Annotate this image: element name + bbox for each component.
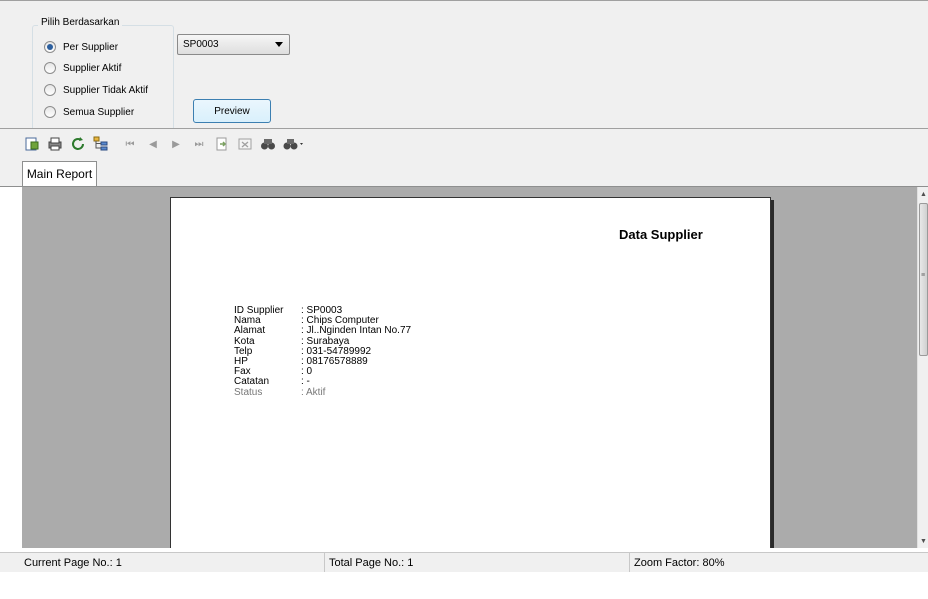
radio-supplier-aktif[interactable]: Supplier Aktif [44, 60, 121, 76]
radio-label: Supplier Aktif [63, 62, 122, 74]
filter-panel: Pilih Berdasarkan Per Supplier Supplier … [0, 0, 928, 129]
radio-button-icon[interactable] [44, 41, 56, 53]
supplier-select-value: SP0003 [183, 39, 219, 50]
report-toolbar: ⏮ ◀ ▶ ⏭ [0, 129, 928, 159]
tab-strip: Main Report [0, 159, 928, 186]
report-fields: ID Supplier : SP0003 Nama : Chips Comput… [234, 305, 411, 398]
print-icon[interactable] [45, 134, 65, 154]
field-label: Status [234, 386, 263, 398]
filter-group-title: Pilih Berdasarkan [38, 17, 123, 28]
scroll-down-icon[interactable]: ▼ [918, 534, 928, 548]
supplier-select[interactable]: SP0003 [177, 34, 290, 55]
scrollbar-thumb[interactable]: ≡ [919, 203, 928, 356]
report-title: Data Supplier [619, 227, 703, 242]
radio-semua-supplier[interactable]: Semua Supplier [44, 104, 134, 120]
preview-button[interactable]: Preview [193, 99, 271, 123]
field-row: HP : 08176578889 [234, 356, 411, 367]
status-total-page: Total Page No.: 1 [325, 553, 630, 572]
report-viewport[interactable]: Data Supplier ID Supplier : SP0003 Nama … [22, 187, 917, 548]
radio-per-supplier[interactable]: Per Supplier [44, 39, 118, 55]
last-page-icon[interactable]: ⏭ [189, 134, 209, 154]
first-page-icon[interactable]: ⏮ [120, 134, 140, 154]
goto-page-icon[interactable] [212, 134, 232, 154]
radio-button-icon[interactable] [44, 106, 56, 118]
status-current-page: Current Page No.: 1 [20, 553, 325, 572]
chevron-down-icon[interactable] [275, 42, 283, 47]
tab-main-report[interactable]: Main Report [22, 161, 97, 186]
close-view-icon[interactable] [235, 134, 255, 154]
radio-label: Supplier Tidak Aktif [63, 84, 149, 96]
radio-button-icon[interactable] [44, 62, 56, 74]
zoom-icon[interactable] [281, 134, 307, 154]
radio-label: Per Supplier [63, 41, 119, 53]
vertical-scrollbar[interactable]: ▲ ≡ ▼ [917, 187, 928, 548]
radio-supplier-tidak-aktif[interactable]: Supplier Tidak Aktif [44, 82, 148, 98]
scroll-up-icon[interactable]: ▲ [918, 187, 928, 201]
field-value: : Aktif [301, 386, 326, 398]
status-bar: Current Page No.: 1 Total Page No.: 1 Zo… [0, 552, 928, 572]
find-icon[interactable] [258, 134, 278, 154]
grip-icon: ≡ [921, 272, 926, 279]
group-tree-icon[interactable] [91, 134, 111, 154]
radio-label: Semua Supplier [63, 106, 135, 118]
next-page-icon[interactable]: ▶ [166, 134, 186, 154]
report-page: Data Supplier ID Supplier : SP0003 Nama … [170, 197, 771, 548]
refresh-icon[interactable] [68, 134, 88, 154]
radio-button-icon[interactable] [44, 84, 56, 96]
field-row: Status : Aktif [234, 386, 411, 398]
previous-page-icon[interactable]: ◀ [143, 134, 163, 154]
window-bottom-area [0, 572, 928, 599]
status-zoom: Zoom Factor: 80% [634, 556, 725, 569]
export-icon[interactable] [22, 134, 42, 154]
